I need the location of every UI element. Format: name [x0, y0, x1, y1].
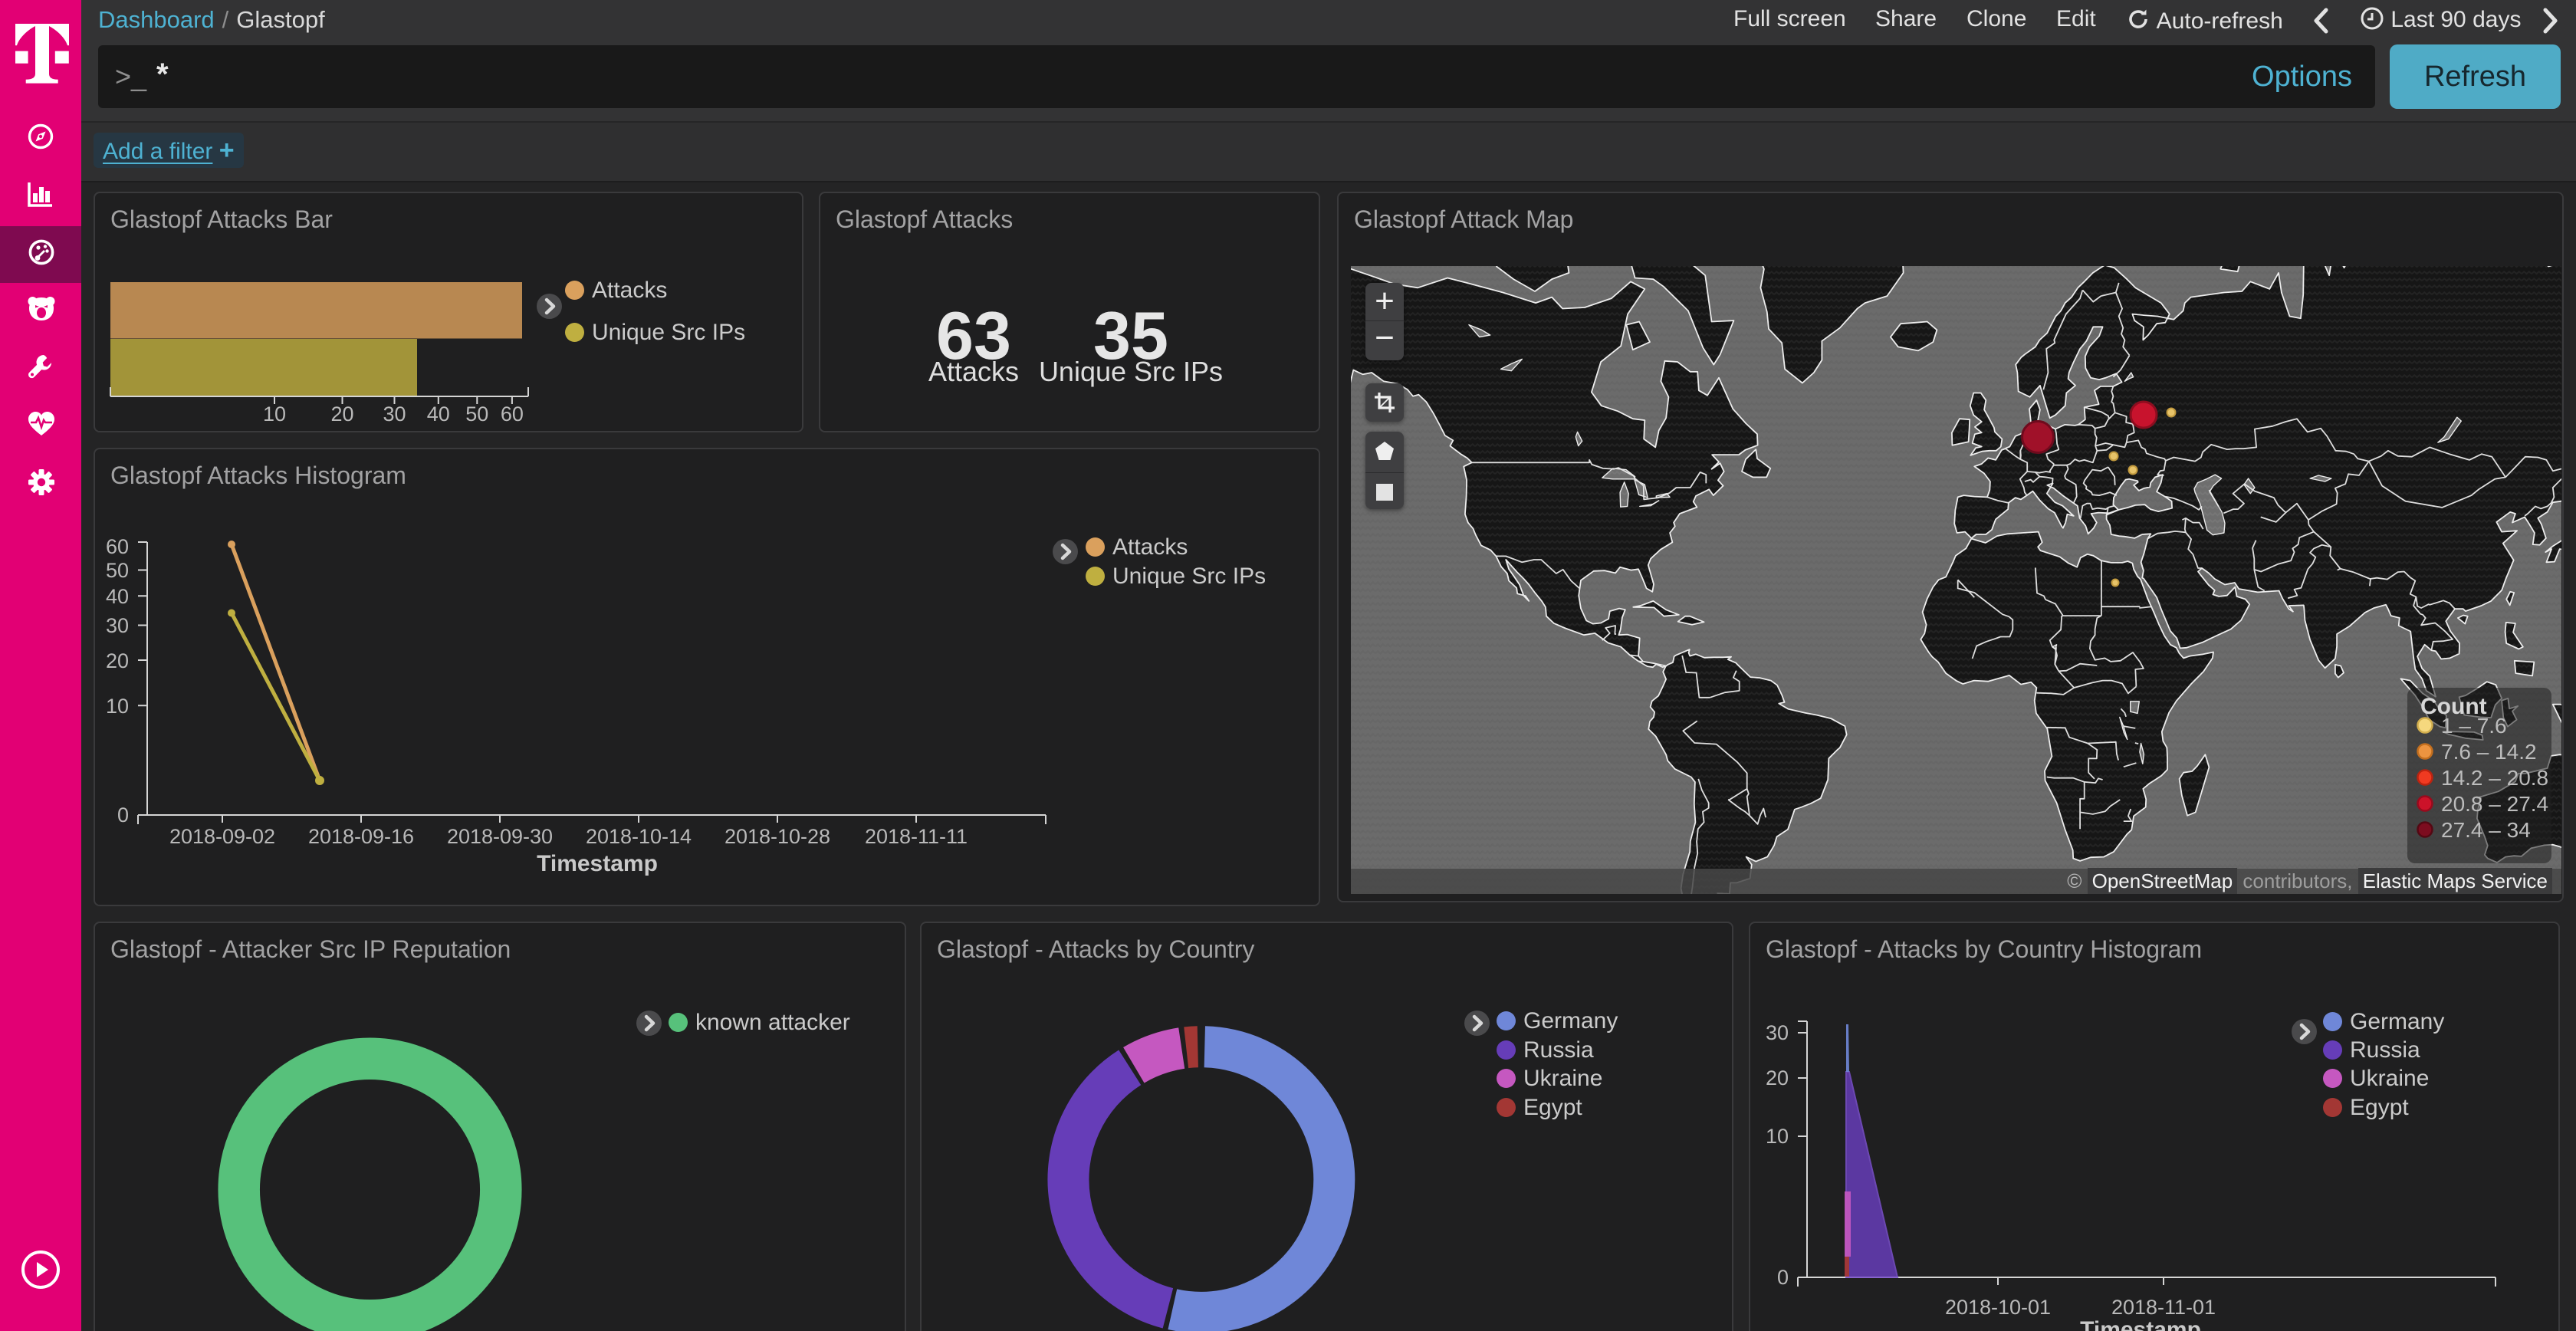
svg-text:10: 10	[263, 403, 286, 426]
svg-text:60: 60	[106, 535, 129, 558]
svg-text:20: 20	[1766, 1066, 1789, 1089]
svg-text:20.8 – 27.4: 20.8 – 27.4	[2441, 792, 2548, 816]
svg-text:27.4 – 34: 27.4 – 34	[2441, 818, 2531, 842]
svg-text:10: 10	[106, 695, 129, 718]
svg-text:2018-09-02: 2018-09-02	[169, 825, 275, 848]
svg-text:50: 50	[465, 403, 488, 426]
svg-text:2018-10-28: 2018-10-28	[724, 825, 830, 848]
svg-text:0: 0	[117, 804, 129, 827]
svg-text:2018-10-14: 2018-10-14	[586, 825, 692, 848]
svg-text:2018-11-01: 2018-11-01	[2111, 1296, 2216, 1319]
svg-text:2018-09-16: 2018-09-16	[308, 825, 414, 848]
svg-text:7.6 – 14.2: 7.6 – 14.2	[2441, 740, 2537, 764]
svg-text:14.2 – 20.8: 14.2 – 20.8	[2441, 766, 2548, 790]
svg-text:2018-10-01: 2018-10-01	[1945, 1296, 2051, 1319]
svg-text:40: 40	[427, 403, 450, 426]
svg-text:60: 60	[501, 403, 524, 426]
svg-text:20: 20	[330, 403, 353, 426]
svg-text:30: 30	[1766, 1021, 1789, 1044]
svg-text:0: 0	[1777, 1266, 1789, 1289]
svg-text:10: 10	[1766, 1125, 1789, 1148]
svg-text:30: 30	[383, 403, 406, 426]
svg-text:2018-11-11: 2018-11-11	[865, 825, 968, 848]
svg-text:Timestamp: Timestamp	[2080, 1317, 2201, 1331]
svg-text:50: 50	[106, 559, 129, 582]
svg-text:40: 40	[106, 585, 129, 608]
svg-text:20: 20	[106, 649, 129, 672]
svg-text:30: 30	[106, 614, 129, 637]
svg-text:2018-09-30: 2018-09-30	[447, 825, 553, 848]
svg-text:1 – 7.6: 1 – 7.6	[2441, 714, 2507, 738]
